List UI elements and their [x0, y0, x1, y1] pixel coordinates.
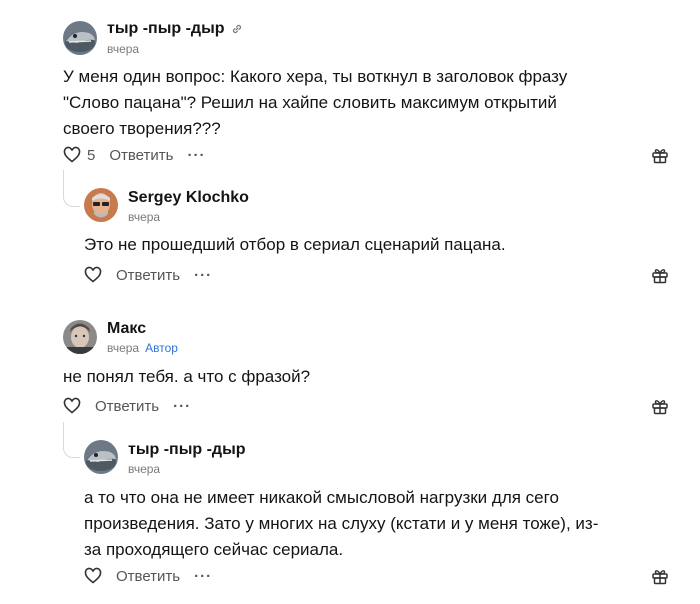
comment-time: вчера: [128, 210, 161, 224]
comment-text-line: не понял тебя. а что с фразой?: [63, 367, 311, 386]
avatar[interactable]: [63, 21, 97, 55]
author-name[interactable]: тыр -пыр -дыр: [107, 20, 243, 38]
author-name[interactable]: Sergey Klochko: [128, 189, 249, 207]
comment-text: У меня один вопрос: Какого хера, ты вотк…: [63, 64, 623, 142]
reply-button[interactable]: Ответить: [109, 147, 173, 164]
gift-icon[interactable]: [651, 567, 669, 585]
comment-actions: Ответить ···: [84, 264, 212, 286]
heart-icon[interactable]: [63, 146, 81, 164]
avatar[interactable]: [84, 440, 118, 474]
reply-button[interactable]: Ответить: [95, 398, 159, 415]
reply-button[interactable]: Ответить: [116, 568, 180, 585]
comment-time: вчера: [107, 42, 140, 56]
comment-actions: Ответить ···: [63, 395, 191, 417]
gift-icon[interactable]: [651, 266, 669, 284]
time-label: вчера: [107, 341, 140, 355]
more-icon[interactable]: ···: [194, 568, 212, 585]
like-count: 5: [87, 146, 96, 164]
heart-icon[interactable]: [63, 397, 81, 415]
author-name[interactable]: Макс: [107, 320, 146, 338]
link-icon: [232, 24, 241, 33]
author-badge: Автор: [145, 341, 178, 355]
comment-text-line: произведения. Зато у многих на слуху (кс…: [84, 514, 599, 533]
comment-actions: 5 Ответить ···: [63, 144, 205, 166]
thread-line: [63, 170, 80, 207]
more-icon[interactable]: ···: [173, 398, 191, 415]
comment-text-line: Это не прошедший отбор в сериал сценарий…: [84, 235, 506, 254]
comment-text-line: за проходящего сейчас сериала.: [84, 540, 344, 559]
comment-actions: Ответить ···: [84, 565, 212, 587]
comment-text-line: а то что она не имеет никакой смысловой …: [84, 488, 559, 507]
comment-text: не понял тебя. а что с фразой?: [63, 364, 623, 390]
more-icon[interactable]: ···: [194, 267, 212, 284]
author-label[interactable]: тыр -пыр -дыр: [107, 20, 225, 37]
thread-line: [63, 422, 80, 458]
gift-icon[interactable]: [651, 146, 669, 164]
comment-text-line: "Слово пацана"? Решил на хайпе словить м…: [63, 93, 557, 112]
reply-button[interactable]: Ответить: [116, 267, 180, 284]
comment-text: а то что она не имеет никакой смысловой …: [84, 485, 624, 563]
heart-icon[interactable]: [84, 567, 102, 585]
avatar[interactable]: [63, 320, 97, 354]
more-icon[interactable]: ···: [187, 147, 205, 164]
comment-text-line: У меня один вопрос: Какого хера, ты вотк…: [63, 67, 568, 86]
comment-time: вчера Автор: [107, 341, 178, 355]
heart-icon[interactable]: [84, 266, 102, 284]
comment-text: Это не прошедший отбор в сериал сценарий…: [84, 232, 624, 258]
comment-time: вчера: [128, 462, 161, 476]
gift-icon[interactable]: [651, 397, 669, 415]
author-name[interactable]: тыр -пыр -дыр: [128, 441, 246, 459]
avatar[interactable]: [84, 188, 118, 222]
comment-text-line: своего творения???: [63, 119, 221, 138]
